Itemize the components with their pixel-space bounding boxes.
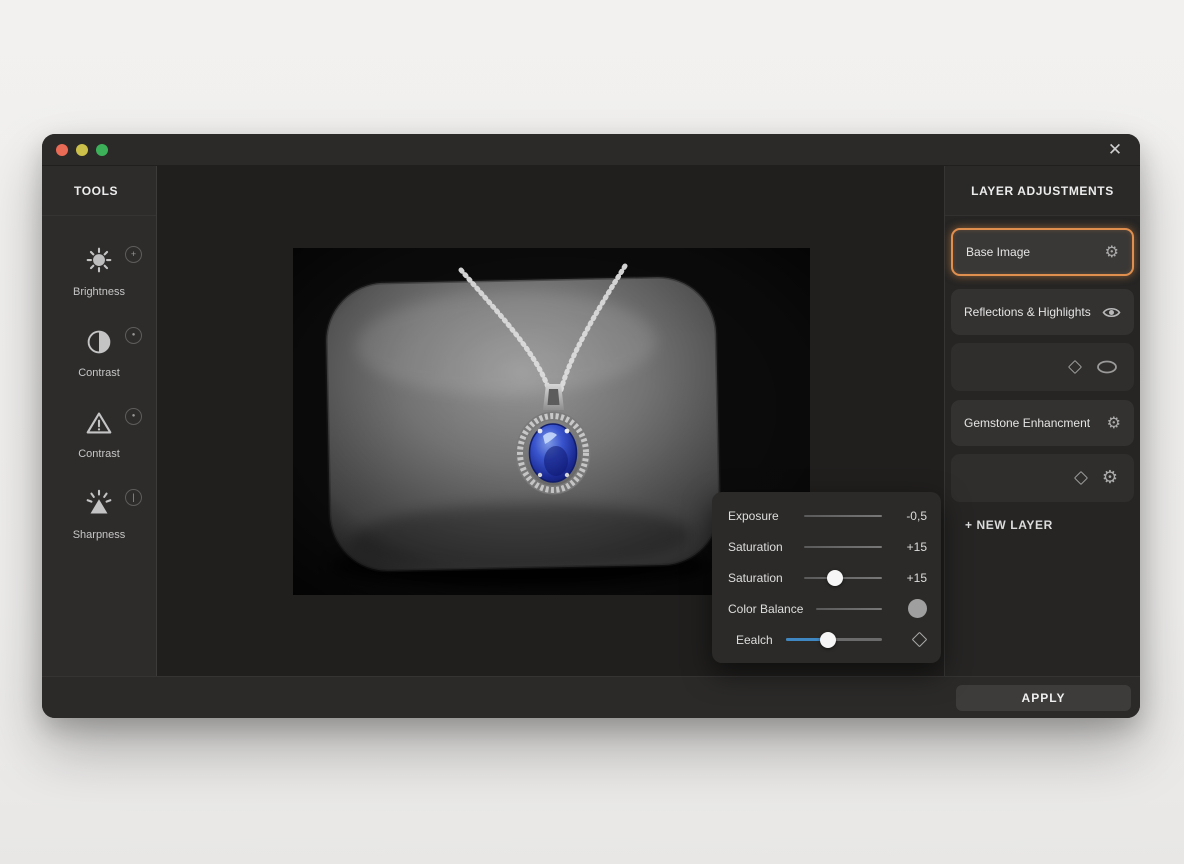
layers-list: Base Image ⚙ Reflections & Highlights — [945, 216, 1140, 532]
layers-panel-title: LAYER ADJUSTMENTS — [945, 166, 1140, 216]
tool-label: Brightness — [73, 286, 125, 298]
apply-button[interactable]: APPLY — [956, 685, 1131, 711]
layer-name: Gemstone Enhancment — [964, 416, 1107, 430]
app-window: ✕ TOOLS — [42, 134, 1140, 718]
layer-name: Reflections & Highlights — [964, 305, 1102, 319]
layer-subpanel-reflections — [951, 343, 1134, 391]
slider-label: Color Balance — [728, 602, 816, 616]
minimize-traffic-button[interactable] — [76, 144, 88, 156]
new-layer-button[interactable]: + NEW LAYER — [965, 518, 1134, 532]
slider-value: +15 — [894, 540, 927, 554]
slider-label: Saturation — [728, 571, 804, 585]
footer-bar: APPLY — [42, 676, 1140, 718]
tools-panel-title: TOOLS — [42, 166, 156, 216]
slider-row-eealch: Eealch — [728, 625, 927, 654]
slider-label: Exposure — [728, 509, 804, 523]
close-traffic-button[interactable] — [56, 144, 68, 156]
layer-card-base-image[interactable]: Base Image ⚙ — [951, 228, 1134, 276]
tool-badge[interactable]: + — [125, 246, 142, 263]
slider-value: -0,5 — [894, 509, 927, 523]
close-icon[interactable]: ✕ — [1104, 139, 1126, 161]
slider-thumb[interactable] — [827, 570, 843, 586]
saturation-slider[interactable] — [804, 546, 882, 548]
layer-card-reflections-highlights[interactable]: Reflections & Highlights — [951, 289, 1134, 335]
gear-icon[interactable]: ⚙ — [1102, 469, 1118, 487]
tool-badge[interactable]: | — [125, 489, 142, 506]
tools-sidebar: TOOLS + — [42, 166, 157, 676]
tool-badge[interactable]: ● — [125, 327, 142, 344]
tool-badge[interactable]: ● — [125, 408, 142, 425]
sun-icon — [80, 242, 118, 280]
gear-icon[interactable]: ⚙ — [1105, 244, 1119, 260]
gear-icon[interactable]: ⚙ — [1107, 415, 1121, 431]
contrast-icon — [80, 323, 118, 361]
eye-icon[interactable] — [1102, 306, 1121, 319]
zoom-traffic-button[interactable] — [96, 144, 108, 156]
exposure-slider[interactable] — [804, 515, 882, 517]
slider-row-saturation-1: Saturation +15 — [728, 532, 927, 561]
tool-label: Sharpness — [73, 529, 126, 541]
slider-label: Saturation — [728, 540, 804, 554]
tool-label: Contrast — [78, 367, 120, 379]
slider-value: +15 — [894, 571, 927, 585]
layer-name: Base Image — [966, 245, 1105, 259]
tool-label: Contrast — [78, 448, 120, 460]
saturation-slider[interactable] — [804, 577, 882, 579]
slider-label: Eealch — [728, 633, 786, 647]
tool-item-contrast[interactable]: ● Contrast — [42, 315, 156, 396]
slider-thumb[interactable] — [820, 632, 836, 648]
tool-item-brightness[interactable]: + Brightness — [42, 234, 156, 315]
warning-triangle-icon — [80, 404, 118, 442]
diamond-icon[interactable] — [1074, 471, 1088, 485]
color-balance-slider[interactable] — [816, 608, 882, 610]
title-bar: ✕ — [42, 134, 1140, 166]
window-content: TOOLS + — [42, 166, 1140, 676]
diamond-icon[interactable] — [912, 632, 928, 648]
tools-list: + Brightness ● Contrast — [42, 216, 156, 558]
adjustments-popup: Exposure -0,5 Saturation +15 Saturation … — [712, 492, 941, 663]
oval-icon[interactable] — [1096, 360, 1118, 374]
layer-card-gemstone-enhancement[interactable]: Gemstone Enhancment ⚙ — [951, 400, 1134, 446]
diamond-icon[interactable] — [1068, 360, 1082, 374]
traffic-lights — [56, 144, 108, 156]
eealch-slider[interactable] — [786, 638, 882, 641]
tool-item-sharpness[interactable]: | Sharpness — [42, 477, 156, 558]
color-balance-thumb[interactable] — [908, 599, 927, 618]
slider-row-color-balance: Color Balance — [728, 594, 927, 623]
slider-row-saturation-2: Saturation +15 — [728, 563, 927, 592]
slider-row-exposure: Exposure -0,5 — [728, 501, 927, 530]
layer-adjustments-sidebar: LAYER ADJUSTMENTS Base Image ⚙ Reflectio… — [944, 166, 1140, 676]
layer-subpanel-gemstone: ⚙ — [951, 454, 1134, 502]
tool-item-contrast-warning[interactable]: ● Contrast — [42, 396, 156, 477]
sharpness-icon — [80, 485, 118, 523]
